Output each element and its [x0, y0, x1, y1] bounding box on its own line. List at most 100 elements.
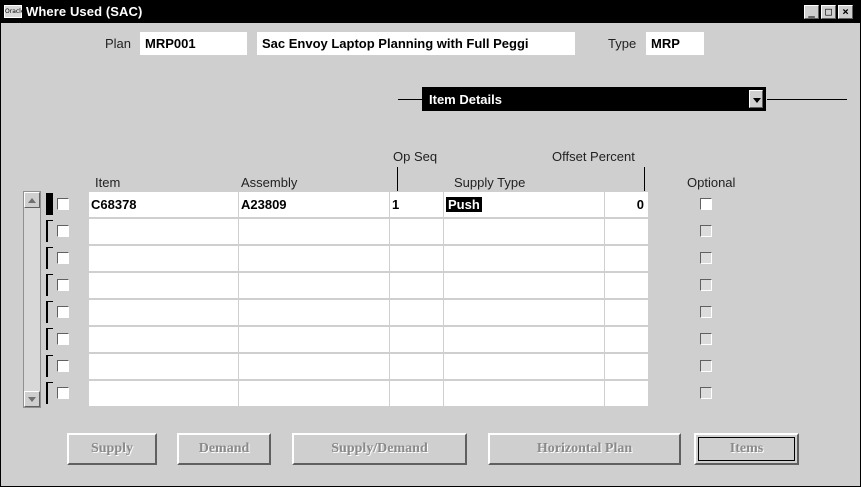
- cell-supply-type[interactable]: [444, 381, 604, 406]
- cell-item[interactable]: [89, 354, 238, 379]
- row-indicator[interactable]: [46, 220, 53, 242]
- row-select-checkbox[interactable]: [57, 306, 69, 318]
- close-icon[interactable]: ×: [838, 5, 853, 19]
- optional-checkbox[interactable]: [700, 360, 712, 372]
- cell-item[interactable]: [89, 273, 238, 298]
- type-label: Type: [608, 36, 637, 51]
- optional-checkbox[interactable]: [700, 333, 712, 345]
- row-select-checkbox[interactable]: [57, 360, 69, 372]
- cell-op-seq[interactable]: 1: [390, 192, 443, 217]
- cell-item[interactable]: [89, 219, 238, 244]
- window-title: Where Used (SAC): [26, 4, 143, 19]
- cell-supply-type[interactable]: [444, 327, 604, 352]
- scroll-up-button[interactable]: [24, 192, 40, 208]
- cell-offset-percent[interactable]: [605, 300, 648, 325]
- row-indicator[interactable]: [46, 328, 53, 350]
- row-indicator[interactable]: [46, 274, 53, 296]
- cell-assembly[interactable]: [239, 381, 389, 406]
- row-select-checkbox[interactable]: [57, 279, 69, 291]
- region-divider-left: [398, 99, 422, 100]
- supply-type-value: Push: [446, 197, 482, 212]
- cell-assembly[interactable]: A23809: [239, 192, 389, 217]
- row-select-checkbox[interactable]: [57, 333, 69, 345]
- cell-op-seq[interactable]: [390, 273, 443, 298]
- row-indicator[interactable]: [46, 355, 53, 377]
- optional-checkbox[interactable]: [700, 387, 712, 399]
- row-indicator[interactable]: [46, 193, 53, 215]
- cell-op-seq[interactable]: [390, 246, 443, 271]
- chevron-down-icon[interactable]: [749, 90, 763, 108]
- cell-assembly[interactable]: [239, 327, 389, 352]
- row-select-checkbox[interactable]: [57, 387, 69, 399]
- region-select[interactable]: Item Details: [422, 87, 766, 111]
- cell-supply-type[interactable]: [444, 246, 604, 271]
- row-select-checkbox[interactable]: [57, 198, 69, 210]
- optional-checkbox[interactable]: [700, 225, 712, 237]
- cell-op-seq[interactable]: [390, 327, 443, 352]
- col-header-item: Item: [95, 175, 121, 190]
- minimize-icon[interactable]: _: [804, 5, 819, 19]
- header-divider-offset: [644, 167, 645, 191]
- cell-offset-percent[interactable]: [605, 273, 648, 298]
- cell-op-seq[interactable]: [390, 300, 443, 325]
- cell-assembly[interactable]: [239, 354, 389, 379]
- row-indicator[interactable]: [46, 382, 53, 404]
- supply-demand-button[interactable]: Supply/Demand: [292, 433, 467, 465]
- col-header-optional: Optional: [687, 175, 736, 190]
- col-header-assembly: Assembly: [241, 175, 298, 190]
- cell-op-seq[interactable]: [390, 354, 443, 379]
- cell-op-seq[interactable]: [390, 381, 443, 406]
- row-indicator[interactable]: [46, 247, 53, 269]
- plan-description-field[interactable]: Sac Envoy Laptop Planning with Full Pegg…: [257, 32, 575, 55]
- cell-item[interactable]: [89, 327, 238, 352]
- row-select-checkbox[interactable]: [57, 225, 69, 237]
- cell-assembly[interactable]: [239, 300, 389, 325]
- plan-label: Plan: [105, 36, 132, 51]
- cell-supply-type[interactable]: [444, 273, 604, 298]
- table-row: [89, 354, 648, 380]
- oracle-app-icon: Oracle: [4, 5, 25, 18]
- cell-supply-type[interactable]: [444, 300, 604, 325]
- cell-offset-percent[interactable]: [605, 246, 648, 271]
- cell-supply-type[interactable]: Push: [444, 192, 604, 217]
- table-row: [89, 219, 648, 245]
- optional-checkbox[interactable]: [700, 279, 712, 291]
- grid-scrollbar[interactable]: [23, 191, 41, 408]
- supply-button[interactable]: Supply: [67, 433, 157, 465]
- region-divider-right: [767, 99, 847, 100]
- optional-checkbox[interactable]: [700, 252, 712, 264]
- region-select-value: Item Details: [429, 92, 502, 107]
- type-field[interactable]: MRP: [646, 32, 704, 55]
- horizontal-plan-button[interactable]: Horizontal Plan: [488, 433, 681, 465]
- row-select-checkbox[interactable]: [57, 252, 69, 264]
- cell-supply-type[interactable]: [444, 219, 604, 244]
- optional-checkbox[interactable]: [700, 306, 712, 318]
- items-button[interactable]: Items: [694, 433, 799, 465]
- cell-offset-percent[interactable]: [605, 219, 648, 244]
- cell-item[interactable]: [89, 300, 238, 325]
- title-bar[interactable]: Oracle Where Used (SAC) _ □ ×: [1, 1, 860, 23]
- col-header-supply-type: Supply Type: [454, 175, 526, 190]
- cell-assembly[interactable]: [239, 246, 389, 271]
- table-row: [89, 381, 648, 407]
- maximize-icon[interactable]: □: [821, 5, 836, 19]
- cell-offset-percent[interactable]: [605, 354, 648, 379]
- cell-supply-type[interactable]: [444, 354, 604, 379]
- cell-item[interactable]: C68378: [89, 192, 238, 217]
- cell-assembly[interactable]: [239, 219, 389, 244]
- cell-item[interactable]: [89, 246, 238, 271]
- scroll-down-button[interactable]: [24, 391, 40, 407]
- table-row: [89, 327, 648, 353]
- plan-field[interactable]: MRP001: [140, 32, 247, 55]
- demand-button[interactable]: Demand: [177, 433, 271, 465]
- cell-op-seq[interactable]: [390, 219, 443, 244]
- header-divider-op-seq: [397, 167, 398, 191]
- cell-offset-percent[interactable]: [605, 327, 648, 352]
- cell-offset-percent[interactable]: [605, 381, 648, 406]
- row-indicator[interactable]: [46, 301, 53, 323]
- col-header-op-seq: Op Seq: [393, 149, 438, 164]
- optional-checkbox[interactable]: [700, 198, 712, 210]
- cell-offset-percent[interactable]: 0: [605, 192, 648, 217]
- cell-item[interactable]: [89, 381, 238, 406]
- cell-assembly[interactable]: [239, 273, 389, 298]
